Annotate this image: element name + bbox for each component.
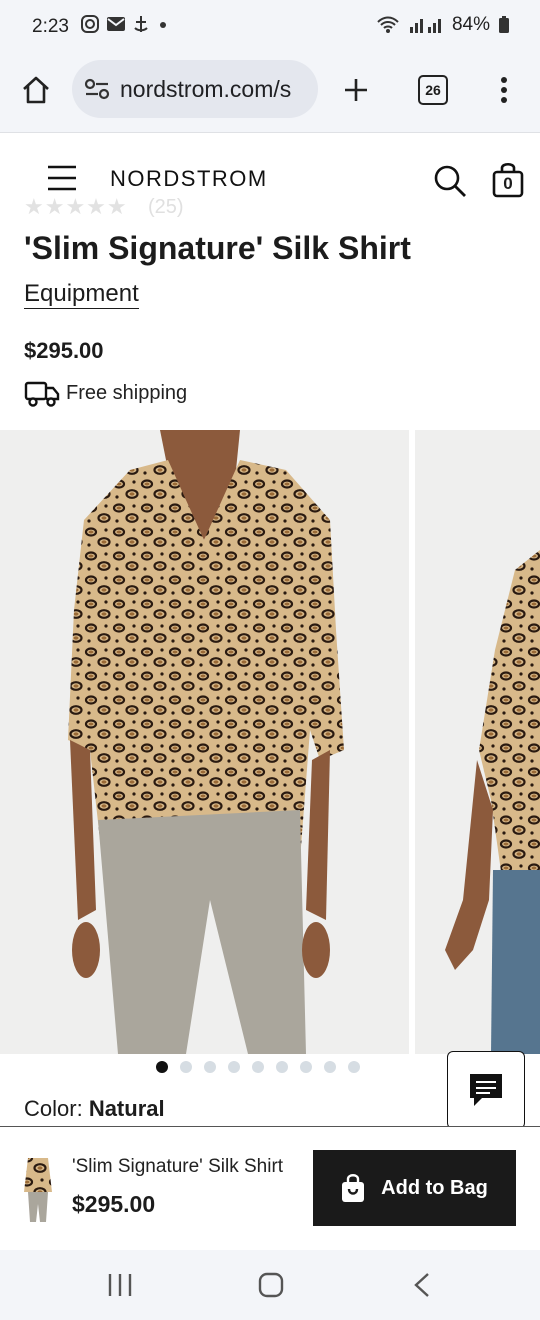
instagram-icon [81, 15, 99, 33]
status-time: 2:23 [32, 16, 69, 37]
model-photo [68, 430, 344, 1054]
gallery-dot[interactable] [252, 1061, 264, 1073]
back-icon[interactable] [412, 1272, 432, 1298]
search-icon[interactable] [432, 163, 468, 199]
bag-count: 0 [503, 174, 513, 193]
gallery-dot[interactable] [324, 1061, 336, 1073]
sticky-product-name: 'Slim Signature' Silk Shirt [72, 1156, 284, 1177]
bag-button[interactable]: 0 [492, 160, 524, 198]
shipping-text: Free shipping [66, 382, 188, 404]
gallery-dot[interactable] [276, 1061, 288, 1073]
bag-add-icon [342, 1174, 365, 1202]
chat-icon [470, 1074, 502, 1106]
add-to-bag-button[interactable]: Add to Bag [313, 1150, 516, 1226]
product-image-next[interactable] [415, 430, 540, 1054]
gallery-dot[interactable] [180, 1061, 192, 1073]
gallery-dot[interactable] [348, 1061, 360, 1073]
home-nav-icon[interactable] [258, 1272, 284, 1298]
mail-icon [107, 17, 125, 31]
product-image-main[interactable] [0, 430, 409, 1054]
rating-count[interactable]: (25) [148, 196, 184, 219]
notification-icons [80, 14, 170, 34]
recents-icon[interactable] [106, 1272, 134, 1298]
url-text[interactable]: nordstrom.com/s [120, 76, 310, 103]
color-value: Natural [88, 1096, 165, 1121]
gallery-dot[interactable] [228, 1061, 240, 1073]
chat-button[interactable] [447, 1051, 525, 1129]
gallery-dot[interactable] [156, 1061, 168, 1073]
color-label: Color: Natural [24, 1096, 165, 1122]
model-photo-2 [445, 550, 540, 1054]
product-price: $295.00 [24, 338, 104, 363]
truck-icon [24, 381, 60, 407]
color-label-text: Color: [24, 1096, 83, 1121]
wifi-icon [377, 16, 399, 33]
tab-count: 26 [425, 82, 441, 98]
tabs-button[interactable]: 26 [418, 75, 448, 105]
nordstrom-logo[interactable]: NORDSTROM [110, 166, 268, 192]
thumbnail-image [24, 1158, 52, 1222]
product-title: 'Slim Signature' Silk Shirt [24, 230, 411, 266]
more-icon[interactable] [496, 76, 512, 104]
signal-icon [409, 19, 441, 33]
battery-text: 84% [451, 14, 490, 35]
status-right: 84% [376, 14, 510, 36]
battery-icon [499, 16, 509, 33]
gallery-dot[interactable] [300, 1061, 312, 1073]
brand-link[interactable]: Equipment [24, 280, 139, 309]
add-to-bag-label: Add to Bag [381, 1176, 488, 1199]
app-icon [134, 16, 148, 32]
new-tab-icon[interactable] [342, 76, 370, 104]
sticky-price: $295.00 [72, 1191, 156, 1217]
star-rating[interactable]: ★★★★★ [24, 194, 128, 220]
home-icon[interactable] [20, 74, 52, 106]
dot-icon [160, 22, 166, 28]
gallery-dots[interactable] [156, 1061, 360, 1073]
site-settings-icon[interactable] [84, 78, 110, 100]
menu-icon[interactable] [46, 164, 78, 192]
gallery-dot[interactable] [204, 1061, 216, 1073]
